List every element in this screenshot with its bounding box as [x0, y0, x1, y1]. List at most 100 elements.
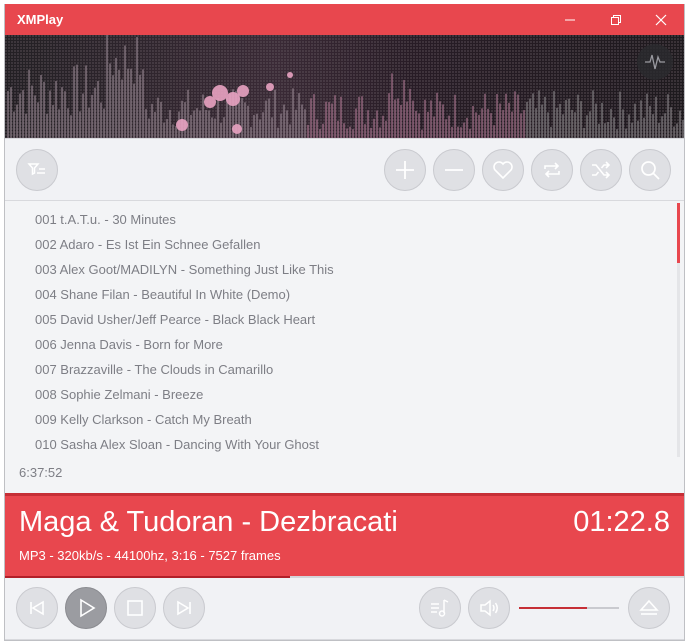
favorite-button[interactable]: [482, 149, 524, 191]
spectrum-bar: [676, 123, 678, 138]
playlist-scrollbar[interactable]: [677, 203, 680, 457]
track-item[interactable]: 008 Sophie Zelmani - Breeze: [35, 382, 334, 407]
spectrum-bar: [493, 125, 495, 138]
track-item[interactable]: 009 Kelly Clarkson - Catch My Breath: [35, 407, 334, 432]
spectrum-bar: [454, 94, 456, 138]
track-item[interactable]: 005 David Usher/Jeff Pearce - Black Blac…: [35, 307, 334, 332]
track-item[interactable]: 001 t.A.T.u. - 30 Minutes: [35, 207, 334, 232]
spectrum-bar: [499, 103, 501, 138]
spectrum-icon[interactable]: [637, 44, 673, 80]
spectrum-bar: [382, 115, 384, 138]
spectrum-bar: [352, 129, 354, 138]
spectrum-bar: [427, 111, 429, 138]
spectrum-bar: [34, 95, 36, 138]
spectrum-bar: [373, 118, 375, 138]
track-item[interactable]: 006 Jenna Davis - Born for More: [35, 332, 334, 357]
spectrum-bar: [133, 83, 135, 138]
track-info: MP3 - 320kb/s - 44100hz, 3:16 - 7527 fra…: [19, 548, 281, 563]
spectrum-bar: [58, 109, 60, 138]
track-item[interactable]: 010 Sasha Alex Sloan - Dancing With Your…: [35, 432, 334, 457]
elapsed-time[interactable]: 01:22.8: [573, 506, 670, 539]
eject-button[interactable]: [628, 587, 670, 629]
close-icon: [655, 14, 667, 25]
minimize-button[interactable]: [547, 4, 593, 35]
spectrum-bar: [601, 102, 603, 138]
plus-icon: [396, 161, 414, 179]
shuffle-button[interactable]: [580, 149, 622, 191]
spectrum-bar: [505, 93, 507, 138]
spectrum-bar: [646, 93, 648, 138]
spectrum-bar: [88, 107, 90, 138]
spectrum-bar: [277, 127, 279, 138]
restore-button[interactable]: [593, 4, 639, 35]
spectrum-bar: [169, 109, 171, 138]
visualization-panel[interactable]: [5, 35, 684, 138]
stop-button[interactable]: [114, 587, 156, 629]
spectrum-bar: [418, 113, 420, 138]
spectrum-bar: [136, 37, 138, 138]
track-item[interactable]: 004 Shane Filan - Beautiful In White (De…: [35, 282, 334, 307]
spectrum-bar: [439, 101, 441, 138]
search-button[interactable]: [629, 149, 671, 191]
spectrum-bar: [112, 75, 114, 138]
repeat-button[interactable]: [531, 149, 573, 191]
track-item[interactable]: 003 Alex Goot/MADILYN - Something Just L…: [35, 257, 334, 282]
spectrum-bar: [310, 98, 312, 138]
spectrum-bar: [346, 128, 348, 138]
spectrum-bar: [430, 100, 432, 138]
previous-icon: [30, 600, 44, 616]
spectrum-bar: [25, 113, 27, 138]
track-item[interactable]: 002 Adaro - Es Ist Ein Schnee Gefallen: [35, 232, 334, 257]
spectrum-bar: [292, 88, 294, 138]
playlist-toggle-button[interactable]: [419, 587, 461, 629]
spectrum-bar: [280, 113, 282, 138]
spectrum-bar: [583, 127, 585, 138]
mute-button[interactable]: [468, 587, 510, 629]
window-border-right: [684, 4, 685, 641]
spectrum-bar: [367, 110, 369, 138]
track-item[interactable]: 007 Brazzaville - The Clouds in Camarill…: [35, 357, 334, 382]
track-list: 001 t.A.T.u. - 30 Minutes 002 Adaro - Es…: [35, 207, 334, 457]
spectrum-bar: [67, 108, 69, 138]
spectrum-bar: [79, 111, 81, 138]
spectrum-bar: [577, 94, 579, 138]
spectrum-bar: [337, 120, 339, 138]
spectrum-bar: [97, 81, 99, 138]
spectrum-bar: [40, 75, 42, 138]
spectrum-bar: [349, 126, 351, 138]
play-button[interactable]: [65, 587, 107, 629]
spectrum-bar: [637, 120, 639, 138]
spectrum-bar: [307, 124, 309, 138]
playlist-filter-button[interactable]: [16, 149, 58, 191]
spectrum-bar: [328, 102, 330, 138]
title-bar[interactable]: XMPlay: [5, 4, 684, 35]
restore-icon: [611, 14, 621, 25]
spectrum-bar: [541, 104, 543, 138]
spectrum-bar: [517, 94, 519, 138]
spectrum-bar: [466, 117, 468, 138]
spectrum-bar: [469, 128, 471, 138]
close-button[interactable]: [638, 4, 684, 35]
add-button[interactable]: [384, 149, 426, 191]
volume-slider[interactable]: [519, 606, 619, 610]
spectrum-bar: [613, 117, 615, 138]
filter-list-icon: [27, 163, 45, 176]
next-button[interactable]: [163, 587, 205, 629]
spectrum-bar: [193, 110, 195, 138]
spectrum-bar: [589, 111, 591, 138]
spectrum-bar: [16, 104, 18, 138]
spectrum-bar: [388, 93, 390, 138]
spectrum-bar: [268, 98, 270, 138]
scrollbar-thumb[interactable]: [677, 203, 680, 263]
spectrum-bar: [556, 107, 558, 138]
spectrum-bar: [283, 104, 285, 138]
spectrum-bar: [445, 119, 447, 138]
spectrum-bar: [484, 93, 486, 138]
spectrum-bar: [190, 115, 192, 138]
heart-icon: [493, 161, 513, 180]
eject-icon: [639, 599, 659, 615]
remove-button[interactable]: [433, 149, 475, 191]
spectrum-bar: [391, 73, 393, 138]
previous-button[interactable]: [16, 587, 58, 629]
spectrum-bar: [334, 95, 336, 138]
